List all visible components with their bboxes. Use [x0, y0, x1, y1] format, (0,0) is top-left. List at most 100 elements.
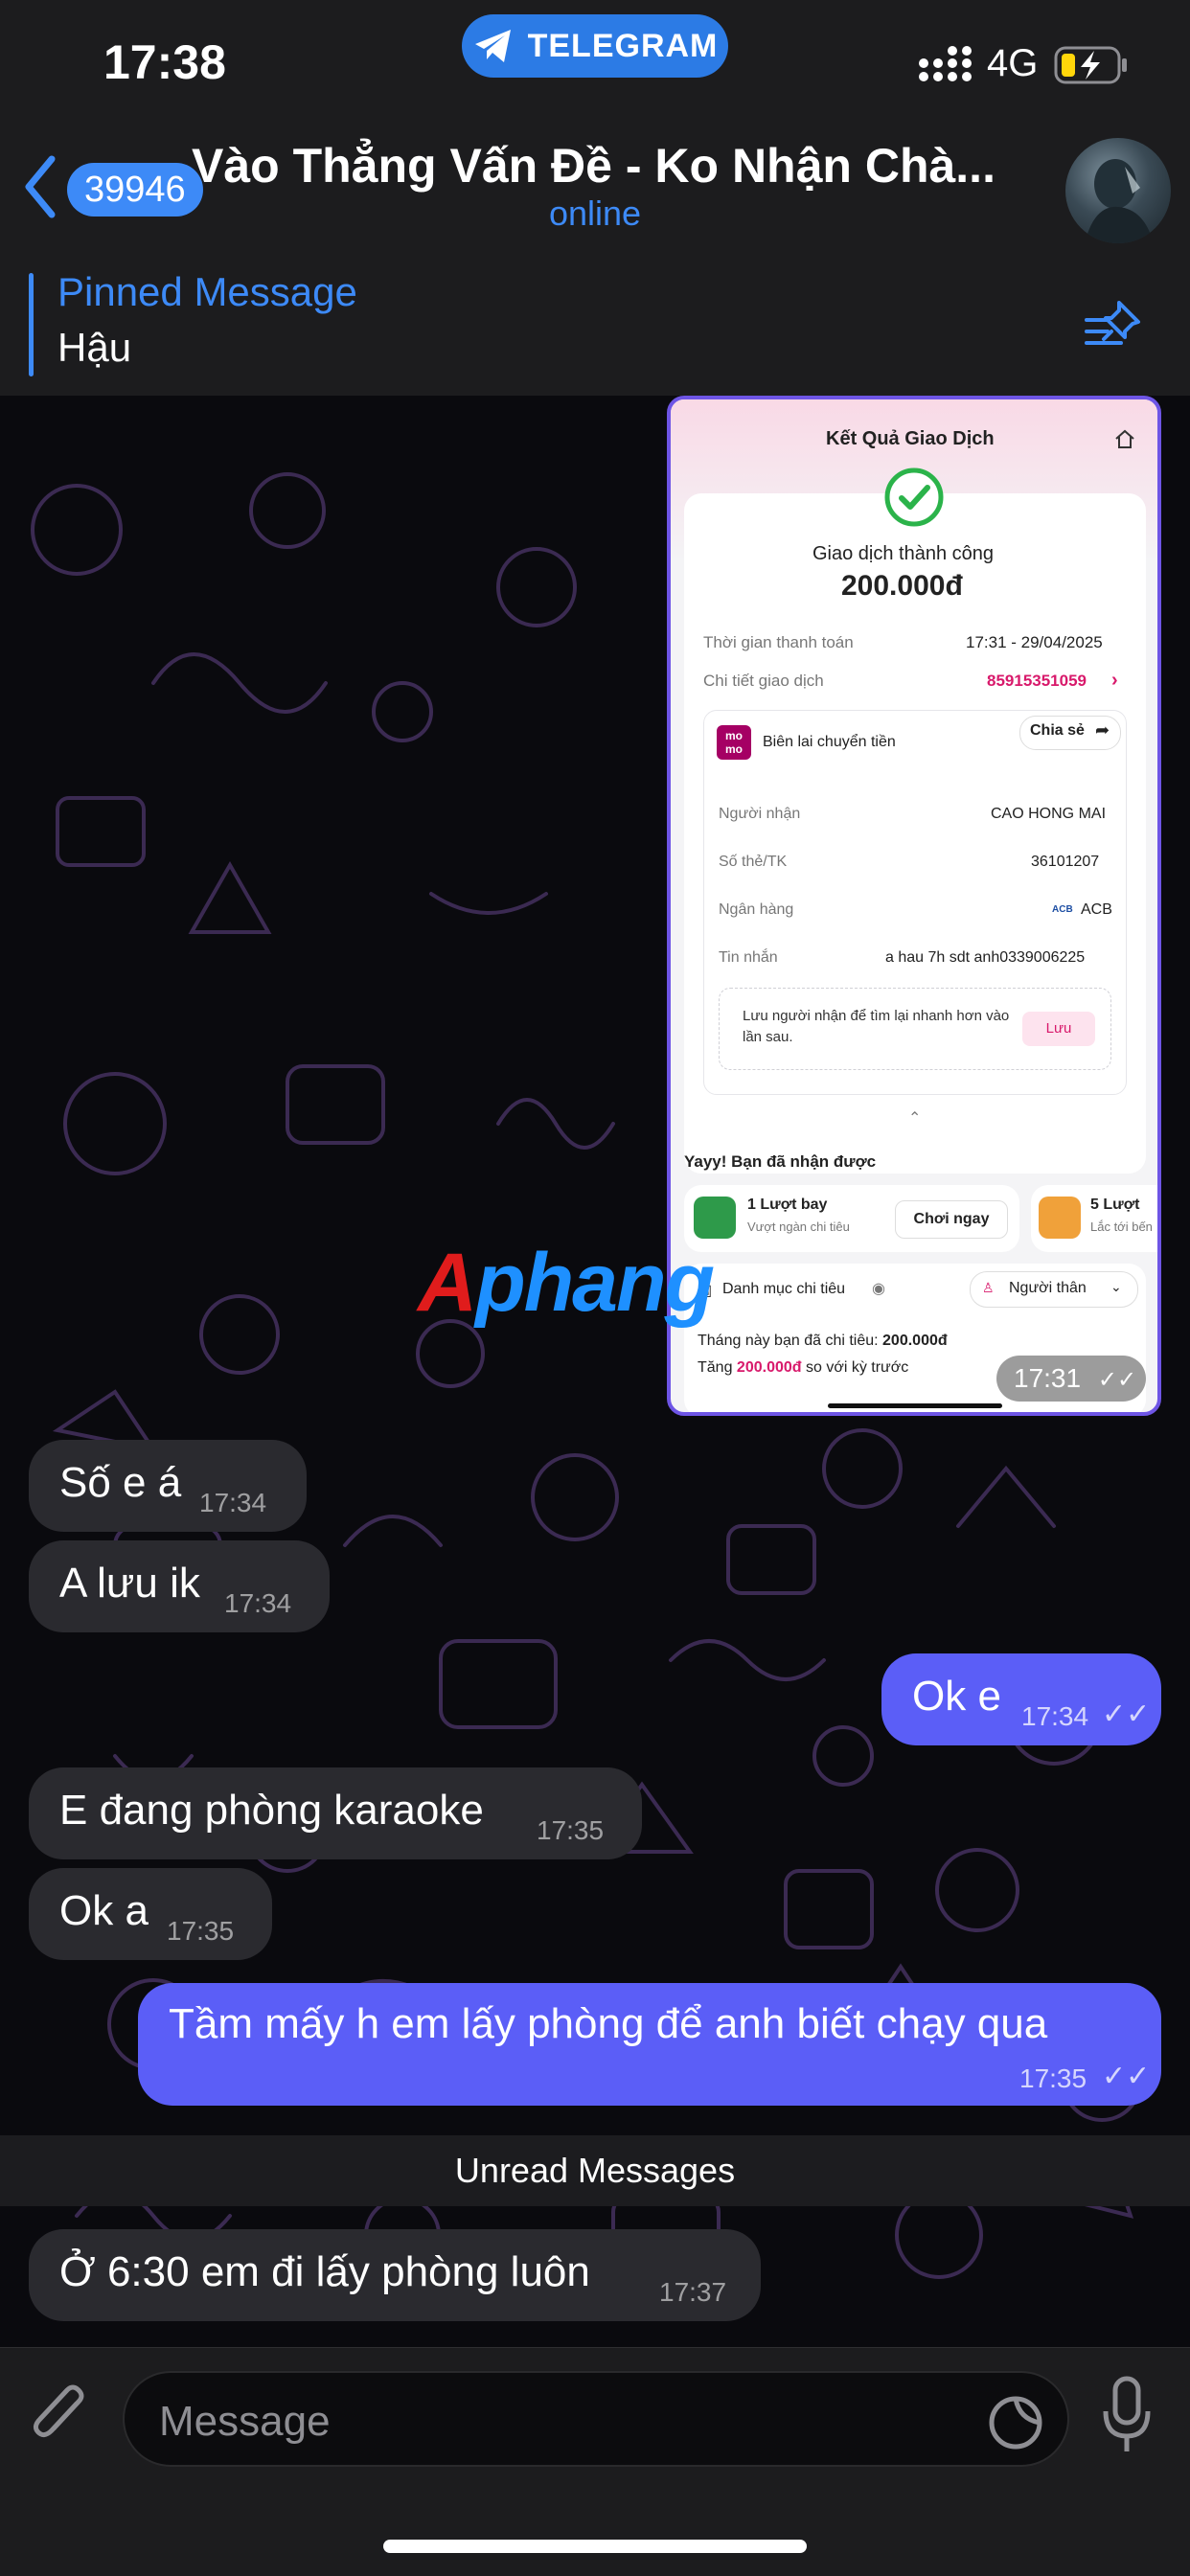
- message-placeholder: Message: [159, 2398, 331, 2445]
- success-text: Giao dịch thành công: [812, 543, 995, 564]
- row-value: 36101207: [1031, 854, 1100, 870]
- row-label: Ngân hàng: [719, 901, 794, 918]
- person-icon: ♙: [982, 1280, 995, 1295]
- message-text: Ok e: [912, 1673, 1001, 1720]
- message-input[interactable]: Message: [123, 2371, 1069, 2467]
- receipt-title: Biên lai chuyển tiền: [763, 734, 896, 750]
- row-value: ACB: [1081, 901, 1112, 918]
- message-time: 17:34: [224, 1588, 292, 1618]
- reward-title: Yayy! Bạn đã nhận được: [684, 1152, 877, 1171]
- message-text: Ở 6:30 em đi lấy phòng luôn: [59, 2248, 590, 2295]
- row-value: a hau 7h sdt anh0339006225: [885, 949, 1086, 966]
- collapse-chevron-icon: ⌃: [908, 1110, 922, 1127]
- increase-prefix: Tăng: [698, 1359, 733, 1376]
- spent-amount: 200.000đ: [882, 1333, 948, 1349]
- chat-status: online: [548, 194, 642, 233]
- pin-list-icon[interactable]: [1083, 297, 1144, 351]
- battery-icon: [1054, 46, 1127, 84]
- detail-label: Chi tiết giao dịch: [703, 672, 824, 690]
- avatar-photo: [1085, 159, 1154, 243]
- increase-suffix: so với kỳ trước: [805, 1359, 909, 1376]
- pinned-indicator: [29, 273, 34, 376]
- watermark-a: A: [418, 1237, 477, 1329]
- message-time: 17:35: [167, 1916, 235, 1946]
- message-time: 17:35: [1019, 2063, 1087, 2093]
- message-time: 17:35: [537, 1815, 605, 1845]
- momo-logo: mo mo: [717, 725, 751, 760]
- message-text: A lưu ik: [59, 1560, 200, 1607]
- row-label: Số thẻ/TK: [719, 854, 788, 870]
- reward-shake-icon: [1039, 1197, 1081, 1239]
- screenshot-time: 17:31: [1014, 1363, 1082, 1393]
- category-value: Người thân: [1009, 1280, 1087, 1296]
- screenshot-timestamp: 17:31 ✓✓: [996, 1356, 1146, 1402]
- eye-icon: ◉: [872, 1281, 885, 1297]
- message-bubble[interactable]: Ok a 17:35: [29, 1868, 272, 1960]
- home-icon: [1115, 429, 1134, 448]
- telegram-icon: [474, 30, 511, 62]
- message-bubble[interactable]: E đang phòng karaoke 17:35: [29, 1767, 642, 1859]
- message-text: Số e á: [59, 1459, 182, 1506]
- pinned-text: Hậu: [57, 325, 132, 370]
- play-now-button[interactable]: Chơi ngay: [895, 1200, 1008, 1239]
- transaction-screenshot-message[interactable]: Kết Quả Giao Dịch Giao dịch thành công 2…: [667, 396, 1161, 1416]
- message-bubble[interactable]: Tầm mấy h em lấy phòng để anh biết chạy …: [138, 1983, 1161, 2106]
- message-time: 17:34: [1021, 1701, 1089, 1731]
- reward-game-icon: [694, 1197, 736, 1239]
- message-bubble[interactable]: Ok e 17:34 ✓✓: [881, 1653, 1161, 1745]
- reward-card-2: 5 Lượt Lắc tới bến: [1031, 1185, 1157, 1252]
- share-button[interactable]: Chia sẻ ➦: [1019, 716, 1121, 750]
- message-bubble[interactable]: A lưu ik 17:34: [29, 1540, 330, 1632]
- row-label: Tin nhắn: [719, 949, 778, 966]
- status-bar: 17:38 TELEGRAM 4G: [0, 0, 1190, 125]
- save-recipient-button[interactable]: Lưu: [1022, 1012, 1095, 1046]
- watermark-rest: phang: [475, 1237, 715, 1329]
- home-indicator: [383, 2540, 807, 2553]
- message-bubble[interactable]: Ở 6:30 em đi lấy phòng luôn 17:37: [29, 2229, 761, 2321]
- screenshot-home-indicator: [828, 1403, 1002, 1408]
- status-time: 17:38: [103, 35, 226, 89]
- detail-value: 85915351059: [987, 672, 1087, 690]
- category-label: Danh mục chi tiêu: [722, 1281, 846, 1297]
- reward1-title: 1 Lượt bay: [747, 1197, 828, 1213]
- save-tip: Lưu người nhận để tìm lại nhanh hơn vào …: [743, 1008, 1010, 1045]
- save-recipient-box: Lưu người nhận để tìm lại nhanh hơn vào …: [719, 988, 1111, 1070]
- row-label: Người nhận: [719, 806, 801, 822]
- chat-header: Vào Thẳng Vấn Đề - Ko Nhận Chà... 39946 …: [0, 125, 1190, 255]
- message-text: E đang phòng karaoke: [59, 1787, 484, 1834]
- chat-title[interactable]: Vào Thẳng Vấn Đề - Ko Nhận Chà...: [192, 138, 1016, 194]
- message-bubble[interactable]: Số e á 17:34: [29, 1440, 307, 1532]
- share-icon: ➦: [1095, 720, 1110, 740]
- unread-messages-divider: Unread Messages: [0, 2135, 1190, 2206]
- paperclip-icon[interactable]: [27, 2377, 94, 2453]
- message-text: Tầm mấy h em lấy phòng để anh biết chạy …: [169, 2000, 1048, 2047]
- sticker-icon[interactable]: [987, 2394, 1044, 2451]
- watermark: Aphang: [418, 1236, 715, 1331]
- message-input-bar: Message: [0, 2347, 1190, 2576]
- network-label: 4G: [987, 42, 1039, 84]
- microphone-icon[interactable]: [1098, 2375, 1156, 2457]
- telegram-pill[interactable]: TELEGRAM: [462, 14, 728, 78]
- message-time: 17:37: [659, 2277, 727, 2307]
- reward-card-1: 1 Lượt bay Vượt ngàn chi tiêu Chơi ngay: [684, 1185, 1019, 1252]
- reward1-sub: Vượt ngàn chi tiêu: [747, 1220, 850, 1234]
- message-text: Ok a: [59, 1887, 149, 1934]
- category-select[interactable]: ♙ Người thân ⌄: [970, 1271, 1138, 1308]
- signal-icon: [919, 46, 972, 81]
- pinned-title: Pinned Message: [57, 269, 357, 314]
- reward2-sub: Lắc tới bến: [1090, 1220, 1153, 1234]
- success-check-icon: [884, 467, 944, 527]
- avatar[interactable]: [1065, 138, 1171, 243]
- pinned-message-bar[interactable]: Pinned Message Hậu: [0, 254, 1190, 397]
- spent-prefix: Tháng này bạn đã chi tiêu:: [698, 1333, 879, 1349]
- chevron-down-icon: ⌄: [1110, 1279, 1122, 1294]
- read-checkmarks-icon: ✓✓: [1097, 1367, 1137, 1393]
- screenshot-header-title: Kết Quả Giao Dịch: [826, 428, 995, 449]
- transaction-amount: 200.000đ: [841, 570, 963, 602]
- read-checkmarks-icon: ✓✓: [1102, 2061, 1151, 2092]
- increase-amount: 200.000đ: [736, 1359, 802, 1376]
- reward2-title: 5 Lượt: [1090, 1197, 1140, 1213]
- message-time: 17:34: [199, 1488, 267, 1517]
- time-value: 17:31 - 29/04/2025: [966, 633, 1103, 651]
- read-checkmarks-icon: ✓✓: [1102, 1698, 1151, 1730]
